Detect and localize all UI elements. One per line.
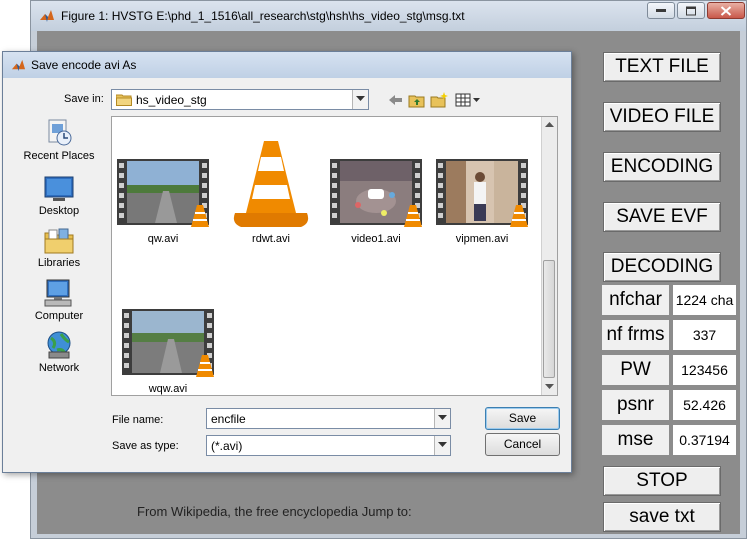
save-as-type-dropdown[interactable]: (*.avi) [206,435,451,456]
matlab-icon [39,8,55,29]
pw-label: PW [602,355,669,385]
decoding-button[interactable]: DECODING [603,252,721,282]
view-menu-icon[interactable] [454,90,482,110]
close-button[interactable] [707,2,745,19]
background-text: From Wikipedia, the free encyclopedia Ju… [137,504,412,519]
folder-icon [115,93,132,111]
save-as-type-label: Save as type: [112,440,179,452]
file-name-label: qw.avi [147,233,179,245]
video-thumbnail [330,159,422,227]
file-name-label: vipmen.avi [455,233,509,245]
place-desktop[interactable]: Desktop [17,175,101,217]
mse-label: mse [602,425,669,455]
network-icon [47,331,71,359]
file-item-vipmen[interactable]: vipmen.avi [430,155,534,245]
save-dialog: Save encode avi As Save in: hs_video_stg… [2,51,572,473]
mse-value[interactable]: 0.37194 [673,425,736,455]
psnr-label: psnr [602,390,669,420]
place-label: Network [38,362,80,374]
chevron-down-icon[interactable] [352,90,368,109]
nfchar-value[interactable]: 1224 cha [673,285,736,315]
maximize-button[interactable] [677,2,705,19]
pw-value[interactable]: 123456 [673,355,736,385]
save-txt-button[interactable]: save txt [603,502,721,532]
place-recent-places[interactable]: Recent Places [17,118,101,162]
save-in-dropdown[interactable]: hs_video_stg [111,89,369,110]
file-item-video1[interactable]: video1.avi [324,155,428,245]
file-item-qw[interactable]: qw.avi [112,155,215,245]
file-item-rdwt[interactable]: rdwt.avi [219,137,323,245]
file-name-value: encfile [211,412,246,426]
save-as-type-value: (*.avi) [211,439,243,453]
psnr-value[interactable]: 52.426 [673,390,736,420]
dialog-title: Save encode avi As [31,58,137,72]
video-thumbnail [122,309,214,377]
encoding-button[interactable]: ENCODING [603,152,721,182]
file-name-label: wqw.avi [148,383,188,395]
nfchar-label: nfchar [602,285,669,315]
dialog-titlebar[interactable]: Save encode avi As [3,52,571,78]
place-computer[interactable]: Computer [17,278,101,322]
back-icon[interactable] [386,90,406,110]
file-name-label: rdwt.avi [252,233,290,245]
new-folder-icon[interactable] [429,90,449,110]
file-list[interactable]: qw.avi rdwt.avi video1.avi vipmen.avi wq… [111,116,558,396]
figure-titlebar[interactable]: Figure 1: HVSTG E:\phd_1_1516\all_resear… [31,1,746,31]
file-item-wqw[interactable]: wqw.avi [116,305,220,395]
minimize-button[interactable] [647,2,675,19]
desktop-icon [44,176,74,201]
file-name-label-text: File name: [112,414,164,426]
computer-icon [44,279,72,307]
figure-title: Figure 1: HVSTG E:\phd_1_1516\all_resear… [61,9,465,23]
place-label: Recent Places [23,150,95,162]
places-bar: Recent Places Desktop Libraries Computer… [17,118,101,388]
scroll-down-icon[interactable] [542,379,557,395]
stop-button[interactable]: STOP [603,466,721,496]
place-label: Computer [34,310,84,322]
vertical-scrollbar[interactable] [541,117,557,395]
save-in-value: hs_video_stg [136,93,207,107]
place-label: Libraries [37,257,81,269]
place-network[interactable]: Network [17,330,101,374]
video-thumbnail [436,159,528,227]
save-evf-button[interactable]: SAVE EVF [603,202,721,232]
file-name-label: video1.avi [351,233,401,245]
scroll-up-icon[interactable] [542,117,557,133]
video-thumbnail [117,159,209,227]
nf-frms-label: nf frms [602,320,669,350]
chevron-down-icon[interactable] [434,436,450,455]
text-file-button[interactable]: TEXT FILE [603,52,721,82]
recent-places-icon [48,119,72,146]
scrollbar-thumb[interactable] [543,260,555,378]
save-button[interactable]: Save [485,407,560,430]
file-name-input[interactable]: encfile [206,408,451,429]
cancel-button[interactable]: Cancel [485,433,560,456]
vlc-cone-icon [233,141,309,227]
chevron-down-icon[interactable] [434,409,450,428]
matlab-icon [11,58,26,78]
place-libraries[interactable]: Libraries [17,227,101,269]
up-folder-icon[interactable] [407,90,427,110]
place-label: Desktop [38,205,80,217]
nf-frms-value[interactable]: 337 [673,320,736,350]
save-in-label: Save in: [64,93,104,105]
video-file-button[interactable]: VIDEO FILE [603,102,721,132]
libraries-icon [44,228,74,254]
